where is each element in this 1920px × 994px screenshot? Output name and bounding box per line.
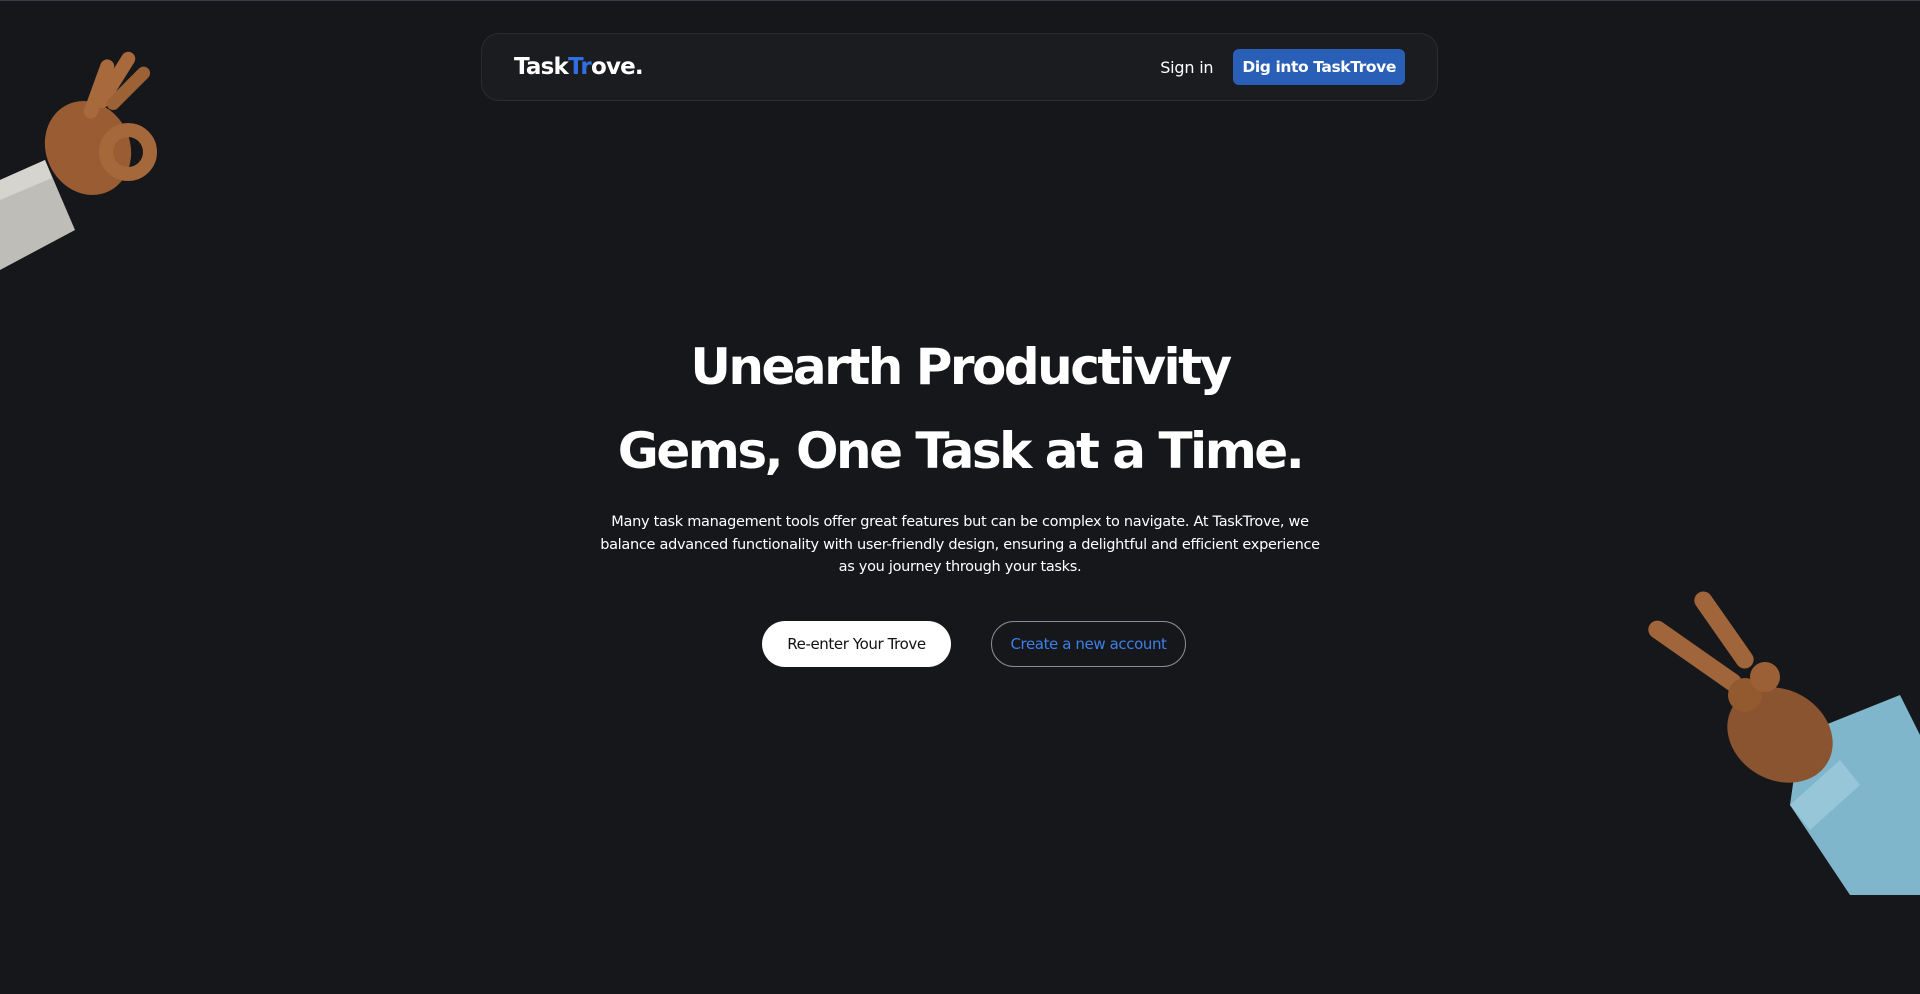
brand-logo[interactable]: Task Tr ove. <box>514 54 644 80</box>
hero-description: Many task management tools offer great f… <box>600 514 1320 575</box>
ok-hand-icon <box>0 51 157 270</box>
hero-title-line2: Gems, One Task at a Time. <box>617 422 1305 480</box>
hero-title: Unearth Productivity Gems, One Task at a… <box>0 325 1920 493</box>
dig-into-button[interactable]: Dig into TaskTrove <box>1233 49 1405 85</box>
brand-name-accent: Tr <box>568 54 592 80</box>
create-account-button[interactable]: Create a new account <box>991 621 1186 667</box>
top-divider <box>0 0 1920 1</box>
brand-name-part1: Task <box>514 54 569 80</box>
nav-actions: Sign in Dig into TaskTrove <box>1160 49 1405 85</box>
hero-title-line1: Unearth Productivity <box>690 338 1232 396</box>
navbar: Task Tr ove. Sign in Dig into TaskTrove <box>481 33 1438 101</box>
reenter-trove-button[interactable]: Re-enter Your Trove <box>762 621 951 667</box>
rock-hand-icon <box>1648 591 1920 895</box>
signin-link[interactable]: Sign in <box>1160 58 1213 77</box>
brand-name-part2: ove. <box>590 54 644 80</box>
